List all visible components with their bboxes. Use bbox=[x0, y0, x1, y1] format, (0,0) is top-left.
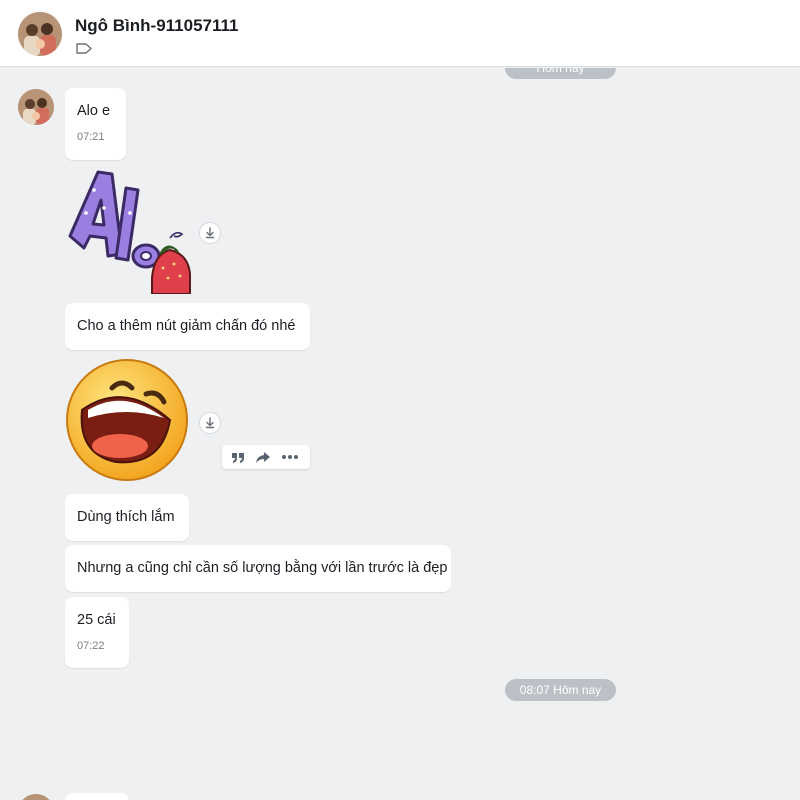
alo-sticker[interactable] bbox=[64, 168, 192, 294]
message-text: Dùng thích lắm bbox=[77, 509, 175, 525]
message-text: Nhưng a cũng chỉ cần số lượng bằng với l… bbox=[77, 560, 448, 576]
message-bubble[interactable]: Nhưng a cũng chỉ cần số lượng bằng với l… bbox=[65, 545, 451, 592]
contact-name[interactable]: Ngô Bình-911057111 bbox=[75, 16, 238, 36]
message-bubble[interactable]: Cho a thêm nút giảm chấn đó nhé bbox=[65, 303, 310, 350]
message-bubble[interactable]: 25 cái 07:22 bbox=[65, 597, 129, 668]
message-list[interactable]: Hôm nay Alo e 07:21 Cho a thêm nút giảm … bbox=[0, 68, 800, 800]
quote-icon[interactable] bbox=[229, 449, 247, 465]
date-separator: Hôm nay bbox=[505, 68, 616, 79]
more-icon[interactable] bbox=[281, 449, 299, 465]
message-time: 07:22 bbox=[77, 640, 105, 652]
message-bubble[interactable]: Alo e 07:21 bbox=[65, 88, 126, 160]
tag-icon[interactable] bbox=[76, 43, 92, 54]
message-bubble[interactable]: Dùng thích lắm bbox=[65, 494, 189, 541]
message-text: Cho a thêm nút giảm chấn đó nhé bbox=[77, 318, 296, 334]
message-text: 25 cái bbox=[77, 612, 116, 628]
message-time: 07:21 bbox=[77, 131, 105, 143]
download-icon[interactable] bbox=[199, 222, 221, 244]
message-text: Alo e bbox=[77, 103, 111, 119]
chat-header: Ngô Bình-911057111 bbox=[0, 0, 800, 67]
share-icon[interactable] bbox=[254, 449, 272, 465]
sender-avatar[interactable] bbox=[18, 794, 54, 800]
message-bubble[interactable] bbox=[65, 793, 129, 800]
sender-avatar[interactable] bbox=[18, 89, 54, 125]
download-icon[interactable] bbox=[199, 412, 221, 434]
contact-avatar[interactable] bbox=[18, 12, 62, 56]
date-separator: 08:07 Hôm nay bbox=[505, 679, 616, 701]
laughing-sticker[interactable] bbox=[64, 358, 190, 482]
message-actions bbox=[222, 445, 310, 469]
